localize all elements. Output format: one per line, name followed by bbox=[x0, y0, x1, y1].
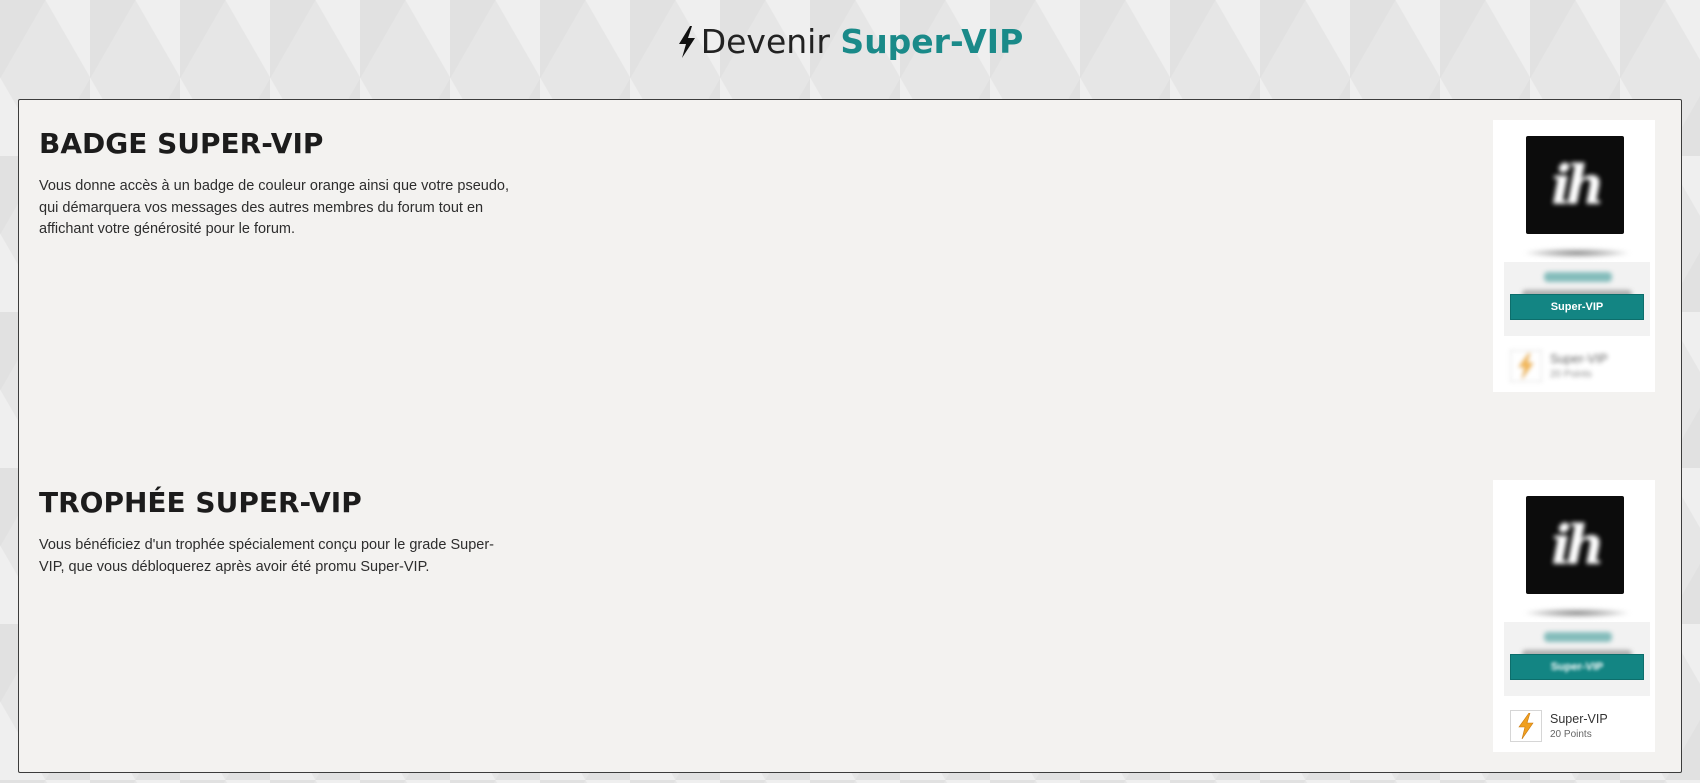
profile-card-preview: ih Super-VIP Super-VIP 20 Points bbox=[1493, 120, 1655, 392]
title-accent: Super-VIP bbox=[840, 22, 1024, 61]
section-title: BADGE SUPER-VIP bbox=[39, 127, 324, 160]
avatar-text: ih bbox=[1551, 513, 1605, 577]
avatar: ih bbox=[1526, 496, 1624, 594]
trophy-name: Super-VIP bbox=[1550, 712, 1608, 726]
profile-card-preview: ih Super-VIP Super-VIP 20 Points bbox=[1493, 480, 1655, 752]
blurred-divider bbox=[1524, 608, 1630, 618]
trophy-item: Super-VIP 20 Points bbox=[1508, 710, 1648, 744]
trophy-bolt-icon bbox=[1510, 350, 1542, 382]
blurred-divider bbox=[1524, 248, 1630, 258]
trophy-section: TROPHÉE SUPER-VIP Vous bénéficiez d'un t… bbox=[39, 485, 509, 578]
super-vip-badge: Super-VIP bbox=[1510, 654, 1644, 680]
section-description: Vous bénéficiez d'un trophée spécialemen… bbox=[39, 537, 494, 575]
trophy-name: Super-VIP bbox=[1550, 352, 1608, 366]
page-title: Devenir Super-VIP bbox=[0, 18, 1700, 66]
blurred-username bbox=[1544, 272, 1612, 282]
trophy-bolt-icon bbox=[1510, 710, 1542, 742]
section-title: TROPHÉE SUPER-VIP bbox=[39, 486, 362, 519]
trophy-item: Super-VIP 20 Points bbox=[1508, 350, 1648, 384]
trophy-points: 20 Points bbox=[1550, 369, 1592, 380]
blurred-username bbox=[1544, 632, 1612, 642]
vip-benefits-panel: BADGE SUPER-VIP Vous donne accès à un ba… bbox=[18, 99, 1682, 773]
trophy-points: 20 Points bbox=[1550, 729, 1592, 740]
avatar-text: ih bbox=[1551, 153, 1605, 217]
bolt-icon bbox=[677, 26, 697, 58]
badge-section: BADGE SUPER-VIP Vous donne accès à un ba… bbox=[39, 126, 509, 241]
avatar: ih bbox=[1526, 136, 1624, 234]
title-prefix: Devenir bbox=[700, 22, 830, 61]
section-description: Vous donne accès à un badge de couleur o… bbox=[39, 178, 509, 237]
super-vip-badge: Super-VIP bbox=[1510, 294, 1644, 320]
